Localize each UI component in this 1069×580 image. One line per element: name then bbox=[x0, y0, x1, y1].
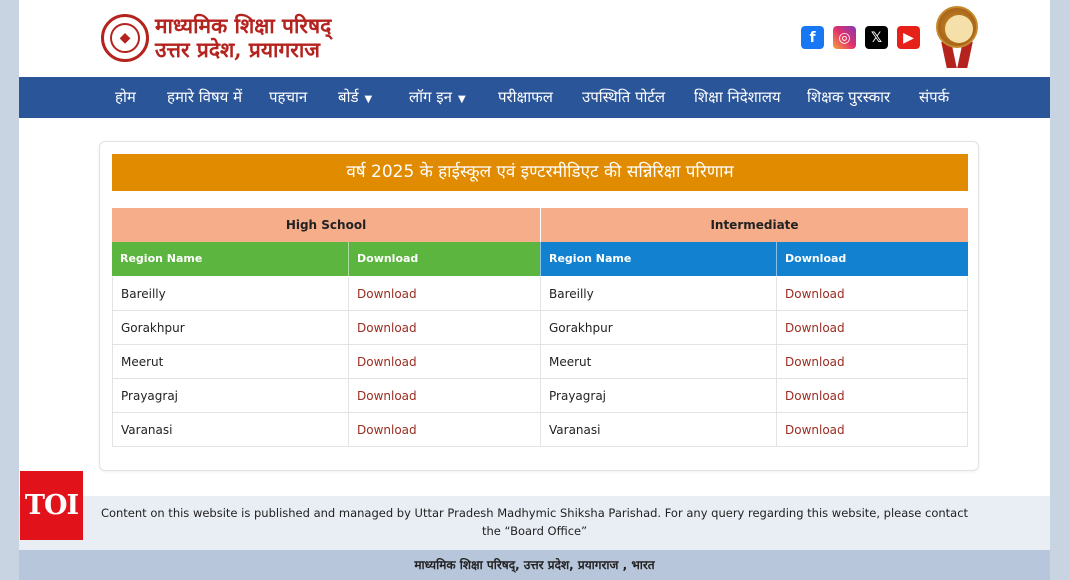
header-hs-download: Download bbox=[348, 242, 540, 276]
nav-label: संपर्क bbox=[919, 88, 950, 106]
group-intermediate: Intermediate bbox=[540, 208, 968, 242]
x-icon[interactable]: 𝕏 bbox=[865, 26, 888, 49]
header-hs-region: Region Name bbox=[112, 242, 348, 276]
table-row: Prayagraj Download Prayagraj Download bbox=[112, 379, 968, 413]
im-region-cell: Bareilly bbox=[540, 277, 776, 311]
table-row: Bareilly Download Bareilly Download bbox=[112, 277, 968, 311]
youtube-icon[interactable]: ▶ bbox=[897, 26, 920, 49]
im-region-cell: Varanasi bbox=[540, 413, 776, 447]
nav-label: हमारे विषय में bbox=[167, 88, 243, 106]
hs-region-cell: Bareilly bbox=[112, 277, 348, 311]
chevron-down-icon: ▼ bbox=[457, 94, 466, 105]
im-region-cell: Prayagraj bbox=[540, 379, 776, 413]
site-logo-text[interactable]: माध्यमिक शिक्षा परिषद् उत्तर प्रदेश, प्र… bbox=[155, 14, 331, 62]
nav-label: शिक्षक पुरस्कार bbox=[807, 88, 891, 106]
nav-label: परीक्षाफल bbox=[498, 88, 553, 106]
nav-item-contact[interactable]: संपर्क bbox=[919, 77, 949, 118]
award-seal-icon bbox=[936, 6, 978, 68]
im-region-cell: Meerut bbox=[540, 345, 776, 379]
emblem-inner: ◆ bbox=[110, 23, 140, 53]
nav-item-home[interactable]: होम bbox=[115, 77, 136, 118]
nav-item-results[interactable]: परीक्षाफल bbox=[498, 77, 553, 118]
table-row: Varanasi Download Varanasi Download bbox=[112, 413, 968, 447]
footer-address: माध्यमिक शिक्षा परिषद्, उत्तर प्रदेश, प्… bbox=[19, 550, 1050, 580]
site-header: ◆ माध्यमिक शिक्षा परिषद् उत्तर प्रदेश, प… bbox=[19, 0, 1050, 77]
chevron-down-icon: ▼ bbox=[364, 94, 373, 105]
nav-label: पहचान bbox=[269, 88, 308, 106]
logo-line-2: उत्तर प्रदेश, प्रयागराज bbox=[155, 37, 320, 62]
hs-download-link[interactable]: Download bbox=[348, 311, 540, 345]
nav-item-teacher-award[interactable]: शिक्षक पुरस्कार bbox=[807, 77, 890, 118]
page: ◆ माध्यमिक शिक्षा परिषद् उत्तर प्रदेश, प… bbox=[19, 0, 1050, 580]
hs-region-cell: Gorakhpur bbox=[112, 311, 348, 345]
logo-line-1: माध्यमिक शिक्षा परिषद् bbox=[155, 13, 332, 38]
hs-download-link[interactable]: Download bbox=[348, 277, 540, 311]
results-banner-title: वर्ष 2025 के हाईस्कूल एवं इण्टरमीडिएट की… bbox=[112, 154, 968, 191]
table-row: Meerut Download Meerut Download bbox=[112, 345, 968, 379]
nav-label: उपस्थिति पोर्टल bbox=[582, 88, 666, 106]
footer-notice: Content on this website is published and… bbox=[19, 496, 1050, 550]
social-links: f ◎ 𝕏 ▶ bbox=[801, 26, 920, 49]
instagram-icon[interactable]: ◎ bbox=[833, 26, 856, 49]
hs-region-cell: Prayagraj bbox=[112, 379, 348, 413]
hs-download-link[interactable]: Download bbox=[348, 345, 540, 379]
table-header-row: Region Name Download Region Name Downloa… bbox=[112, 242, 968, 276]
nav-item-board[interactable]: बोर्ड ▼ bbox=[338, 77, 372, 118]
table-group-row: High School Intermediate bbox=[112, 208, 968, 242]
im-download-link[interactable]: Download bbox=[776, 311, 968, 345]
im-download-link[interactable]: Download bbox=[776, 345, 968, 379]
nav-label: लॉग इन bbox=[409, 88, 452, 106]
header-im-region: Region Name bbox=[540, 242, 776, 276]
nav-item-identity[interactable]: पहचान bbox=[269, 77, 307, 118]
nav-item-attendance-portal[interactable]: उपस्थिति पोर्टल bbox=[582, 77, 665, 118]
im-region-cell: Gorakhpur bbox=[540, 311, 776, 345]
hs-download-link[interactable]: Download bbox=[348, 379, 540, 413]
toi-watermark-logo: TOI bbox=[20, 471, 83, 540]
table-row: Gorakhpur Download Gorakhpur Download bbox=[112, 311, 968, 345]
header-im-download: Download bbox=[776, 242, 968, 276]
board-emblem-icon[interactable]: ◆ bbox=[101, 14, 149, 62]
hs-download-link[interactable]: Download bbox=[348, 413, 540, 447]
results-card: वर्ष 2025 के हाईस्कूल एवं इण्टरमीडिएट की… bbox=[99, 141, 979, 471]
group-high-school: High School bbox=[285, 218, 367, 232]
main-nav: होम हमारे विषय में पहचान बोर्ड ▼ लॉग इन ▼ … bbox=[19, 77, 1050, 118]
hs-region-cell: Meerut bbox=[112, 345, 348, 379]
nav-label: शिक्षा निदेशालय bbox=[694, 88, 781, 106]
hs-region-cell: Varanasi bbox=[112, 413, 348, 447]
nav-label: बोर्ड bbox=[338, 88, 359, 106]
nav-item-about[interactable]: हमारे विषय में bbox=[167, 77, 242, 118]
im-download-link[interactable]: Download bbox=[776, 379, 968, 413]
seal-disc-inner bbox=[945, 15, 973, 43]
facebook-icon[interactable]: f bbox=[801, 26, 824, 49]
seal-disc bbox=[936, 6, 978, 48]
im-download-link[interactable]: Download bbox=[776, 413, 968, 447]
nav-item-education-directorate[interactable]: शिक्षा निदेशालय bbox=[694, 77, 781, 118]
im-download-link[interactable]: Download bbox=[776, 277, 968, 311]
nav-label: होम bbox=[115, 88, 136, 106]
nav-item-login[interactable]: लॉग इन ▼ bbox=[409, 77, 466, 118]
